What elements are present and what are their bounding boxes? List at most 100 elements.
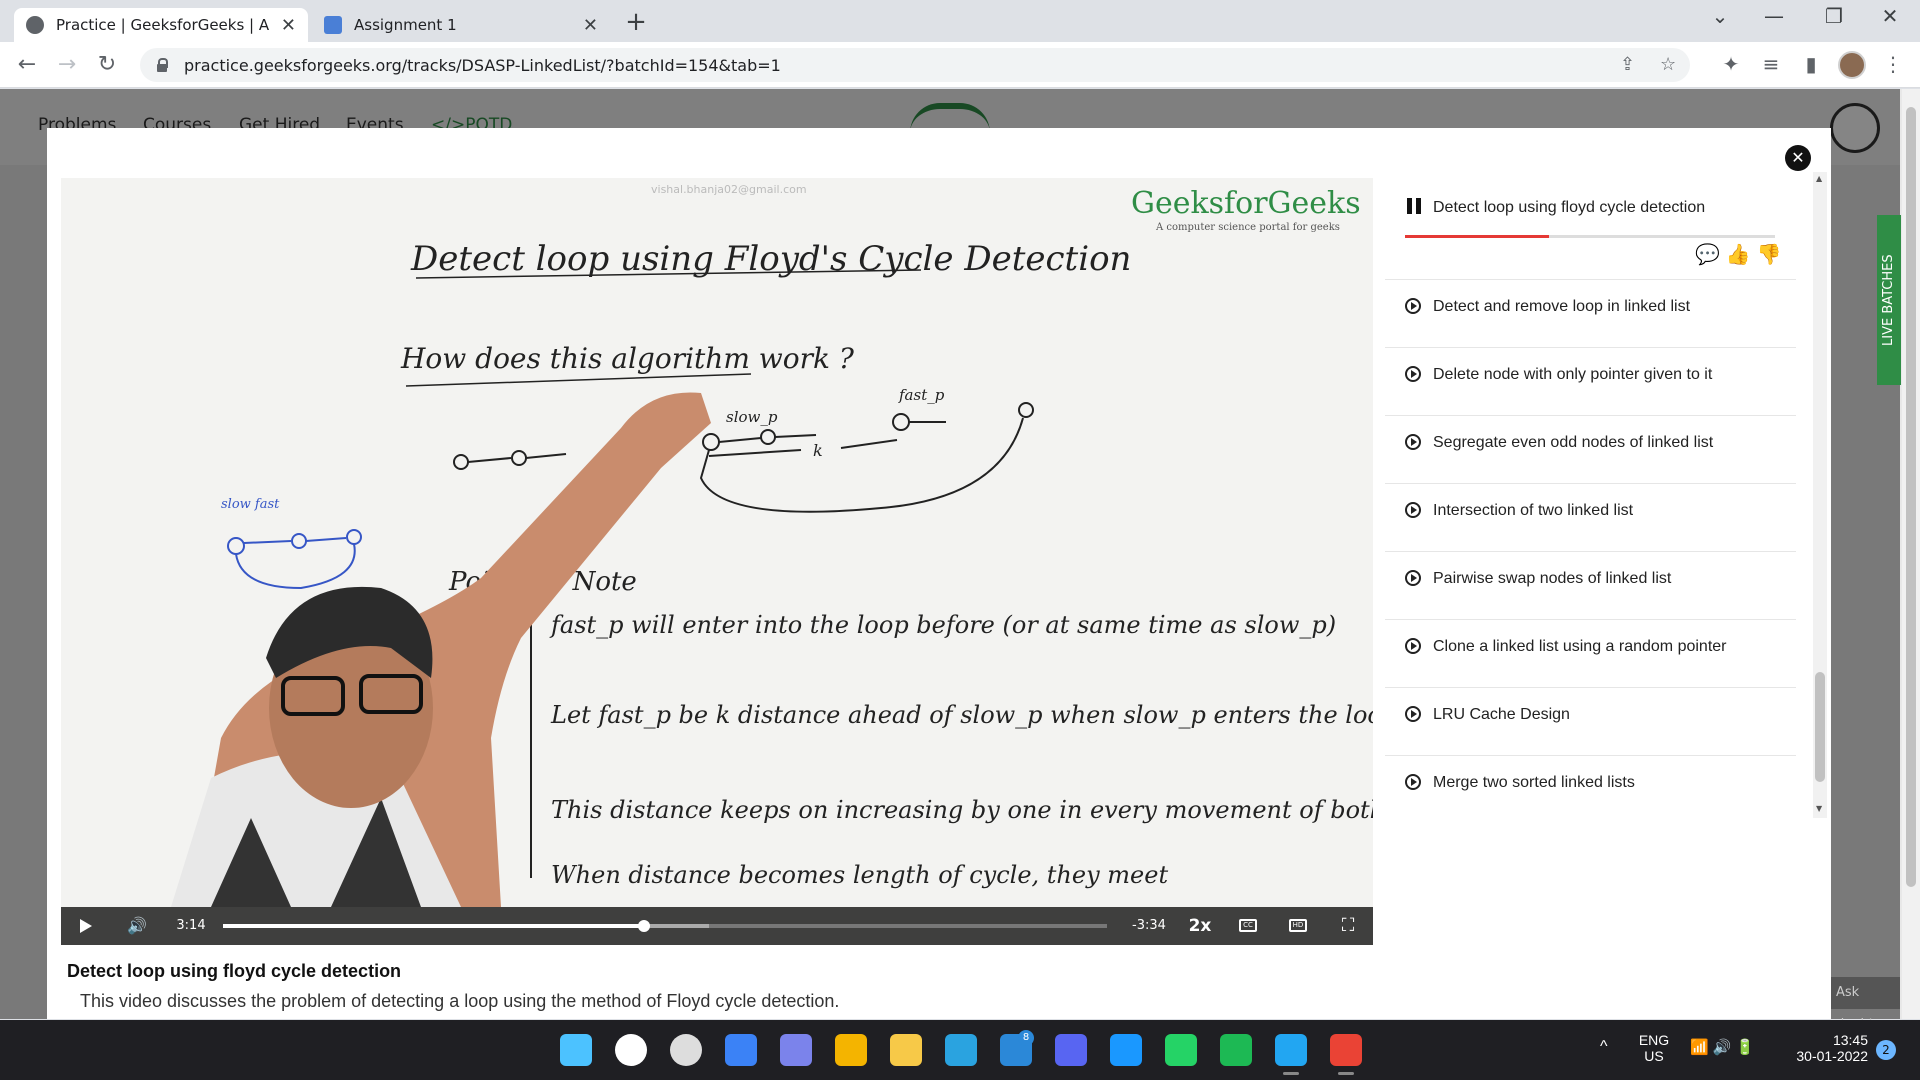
notification-badge[interactable]: 2 [1876, 1040, 1896, 1060]
scroll-up-icon[interactable]: ▲ [1816, 174, 1822, 183]
play-icon [80, 918, 92, 933]
playlist-item[interactable]: LRU Cache Design [1385, 688, 1796, 756]
language-code: ENG [1638, 1032, 1670, 1048]
tray-chevron-icon[interactable]: ^ [1600, 1038, 1608, 1056]
page-scrollbar[interactable] [1902, 89, 1920, 1019]
tab-title: Practice | GeeksforGeeks | A com [56, 16, 271, 34]
clock-time: 13:45 [1832, 1032, 1868, 1048]
close-tab-icon[interactable]: ✕ [281, 15, 296, 36]
hd-icon: HD [1289, 919, 1307, 932]
playlist-item[interactable]: Merge two sorted linked lists [1385, 756, 1796, 820]
ask-doubt-button[interactable]: Ask doubt [1830, 977, 1900, 1032]
quality-button[interactable]: HD [1283, 907, 1313, 945]
region-code: US [1644, 1048, 1664, 1064]
playlist-item-label: Intersection of two linked list [1433, 502, 1634, 519]
back-icon[interactable]: ← [12, 50, 42, 80]
wifi-volume-battery-icons[interactable]: 📶 🔊 🔋 [1690, 1038, 1754, 1056]
whiteboard-frame: Detect loop using Floyd's Cycle Detectio… [61, 178, 1373, 907]
playlist-item-label: Merge two sorted linked lists [1433, 774, 1635, 791]
fullscreen-icon[interactable]: ⛶ [1333, 907, 1363, 945]
side-sketch-label: slow fast [221, 497, 280, 512]
playlist-item[interactable]: Intersection of two linked list [1385, 484, 1796, 552]
k-label: k [813, 441, 823, 460]
vscode-icon[interactable] [1275, 1034, 1307, 1075]
maximize-icon[interactable]: ❐ [1814, 4, 1854, 28]
spotify-icon[interactable] [1220, 1034, 1252, 1066]
windows-taskbar: 8 ^ ENG US 📶 🔊 🔋 13:45 30-01-2022 2 [0, 1020, 1920, 1080]
note-4: When distance becomes length of cycle, t… [551, 861, 1168, 889]
video-feedback-actions: 💬 👍 👎 [1695, 242, 1782, 267]
discord-icon[interactable] [1055, 1034, 1087, 1066]
live-batches-tab[interactable]: LIVE BATCHES [1877, 215, 1901, 385]
forward-icon[interactable]: → [52, 50, 82, 80]
share-icon[interactable]: ⇪ [1620, 48, 1635, 82]
telegram-icon[interactable] [945, 1034, 977, 1066]
playlist-item[interactable]: Pairwise swap nodes of linked list [1385, 552, 1796, 620]
widgets-icon[interactable] [725, 1034, 757, 1066]
file-explorer-icon[interactable] [890, 1034, 922, 1066]
close-modal-button[interactable]: ✕ [1785, 145, 1811, 171]
close-tab-icon[interactable]: ✕ [583, 15, 598, 36]
seek-handle[interactable] [637, 920, 650, 932]
playlist-item-label: Segregate even odd nodes of linked list [1433, 434, 1714, 451]
thumbs-down-icon[interactable]: 👎 [1757, 242, 1782, 267]
captions-button[interactable]: CC [1233, 907, 1263, 945]
video-description: This video discusses the problem of dete… [80, 991, 840, 1011]
prime-video-icon[interactable] [1110, 1034, 1142, 1066]
playlist-item[interactable]: Clone a linked list using a random point… [1385, 620, 1796, 688]
task-view-icon[interactable] [670, 1034, 702, 1066]
slow-pointer-label: slow_p [726, 408, 778, 426]
brand-logo-text: GeeksforGeeks [1131, 186, 1361, 221]
playlist-item-label: Clone a linked list using a random point… [1433, 638, 1727, 655]
reload-icon[interactable]: ↻ [92, 50, 122, 80]
windows-start-icon[interactable] [560, 1034, 592, 1066]
note-3: This distance keeps on increasing by one… [551, 796, 1373, 824]
tab-search-icon[interactable]: ⌄ [1700, 4, 1740, 28]
browser-menu-icon[interactable]: ⋮ [1880, 52, 1906, 76]
pause-icon [1407, 198, 1421, 214]
volume-icon[interactable]: 🔊 [125, 907, 149, 945]
playlist-item-current[interactable]: Detect loop using floyd cycle detection … [1385, 170, 1796, 280]
play-button[interactable] [75, 907, 97, 945]
playlist-item-progress [1405, 235, 1775, 238]
url-text: practice.geeksforgeeks.org/tracks/DSASP-… [184, 55, 781, 75]
playback-speed-button[interactable]: 2x [1183, 907, 1217, 945]
email-watermark: vishal.bhanja02@gmail.com [651, 183, 807, 196]
seek-bar[interactable] [223, 920, 1107, 932]
playlist-item[interactable]: Detect and remove loop in linked list [1385, 280, 1796, 348]
media-control-icon[interactable]: ≡ [1758, 52, 1784, 76]
comment-icon[interactable]: 💬 [1695, 242, 1720, 267]
weather-icon[interactable] [835, 1034, 867, 1066]
playlist-item-label: Delete node with only pointer given to i… [1433, 366, 1713, 383]
play-circle-icon [1405, 298, 1421, 314]
profile-avatar[interactable] [1838, 51, 1866, 79]
whatsapp-icon[interactable] [1165, 1034, 1197, 1066]
side-panel-icon[interactable]: ▮ [1798, 52, 1824, 76]
clock-date: 30-01-2022 [1796, 1048, 1868, 1064]
bookmark-star-icon[interactable]: ☆ [1660, 48, 1676, 82]
playlist-item[interactable]: Segregate even odd nodes of linked list [1385, 416, 1796, 484]
browser-tab-assignment[interactable]: Assignment 1 ✕ [312, 8, 610, 42]
address-bar[interactable]: practice.geeksforgeeks.org/tracks/DSASP-… [140, 48, 1690, 82]
play-circle-icon [1405, 638, 1421, 654]
window-close-icon[interactable]: ✕ [1870, 4, 1910, 28]
lock-icon[interactable] [156, 58, 168, 72]
chrome-icon[interactable] [1330, 1034, 1362, 1075]
scrollbar-thumb[interactable] [1906, 107, 1916, 887]
teams-chat-icon[interactable] [780, 1034, 812, 1066]
play-circle-icon [1405, 434, 1421, 450]
language-indicator[interactable]: ENG US [1636, 1032, 1672, 1064]
playlist-scrollbar[interactable]: ▲ ▼ [1813, 172, 1827, 818]
search-icon[interactable] [615, 1034, 647, 1066]
browser-tab-practice[interactable]: Practice | GeeksforGeeks | A com ✕ [14, 8, 308, 42]
scroll-down-icon[interactable]: ▼ [1816, 804, 1822, 813]
playlist-scroll-thumb[interactable] [1815, 672, 1825, 782]
playlist-item[interactable]: Delete node with only pointer given to i… [1385, 348, 1796, 416]
new-tab-button[interactable]: + [620, 6, 652, 38]
thumbs-up-icon[interactable]: 👍 [1726, 242, 1751, 267]
minimize-icon[interactable]: — [1754, 4, 1794, 28]
clock[interactable]: 13:45 30-01-2022 [1788, 1032, 1868, 1064]
playlist-item-label: Pairwise swap nodes of linked list [1433, 570, 1672, 587]
extensions-icon[interactable]: ✦ [1718, 52, 1744, 76]
video-player[interactable]: Detect loop using Floyd's Cycle Detectio… [61, 178, 1373, 945]
